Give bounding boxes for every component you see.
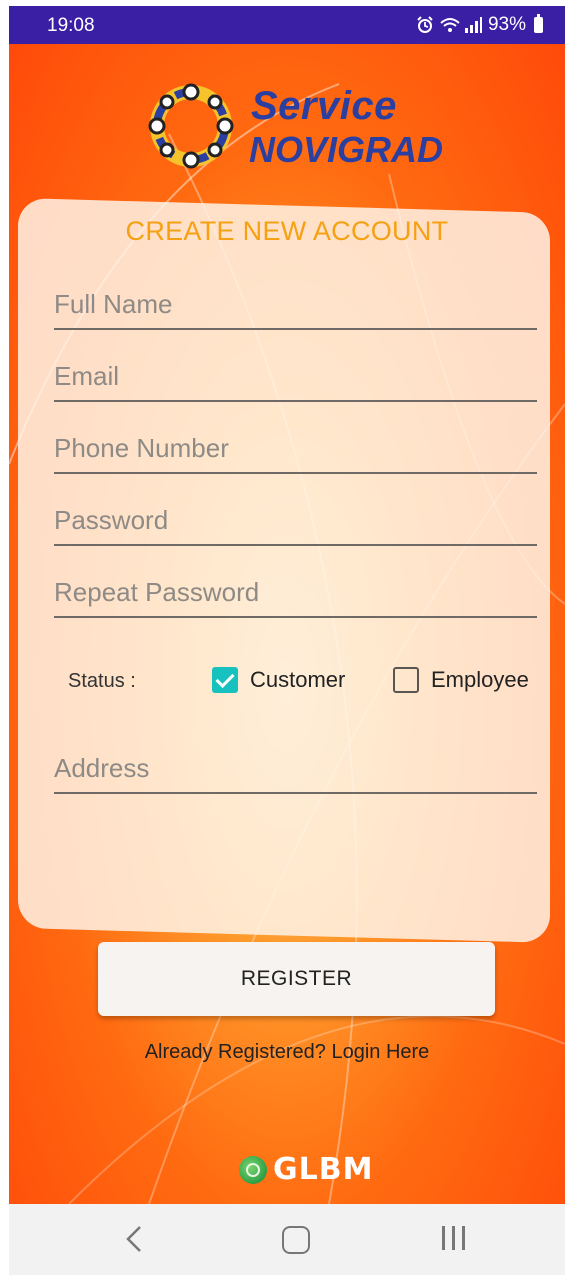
customer-label: Customer — [250, 667, 346, 692]
logo-text-service: Service — [251, 84, 397, 128]
password-input[interactable] — [54, 496, 537, 550]
status-icons: 93% — [416, 14, 543, 36]
battery-percent: 93% — [487, 14, 526, 35]
password-field[interactable] — [54, 496, 537, 550]
email-input[interactable] — [54, 352, 537, 406]
status-bar: 19:08 93% — [9, 6, 565, 44]
wifi-icon — [440, 16, 460, 34]
gears-icon — [148, 83, 234, 169]
checkbox-unchecked-icon[interactable] — [393, 667, 419, 693]
brand-name: GLBM — [273, 1152, 374, 1187]
repeat-password-input[interactable] — [54, 568, 537, 622]
globe-icon — [239, 1155, 267, 1184]
alarm-icon — [416, 16, 434, 34]
register-button[interactable]: REGISTER — [98, 942, 495, 1016]
app-logo: Service NOVIGRAD — [139, 74, 443, 184]
email-field[interactable] — [54, 352, 537, 406]
login-link[interactable]: Already Registered? Login Here — [9, 1041, 565, 1064]
checkbox-checked-icon[interactable] — [212, 667, 238, 693]
app-content: Service NOVIGRAD CREATE NEW ACCOUNT Stat… — [9, 44, 565, 1204]
status-label: Status : — [68, 670, 136, 692]
phone-screen: 19:08 93% Service NOVIGRAD CREATE NEW AC… — [9, 6, 565, 1275]
employee-label: Employee — [431, 667, 529, 692]
full-name-input[interactable] — [54, 280, 537, 334]
logo-text-novigrad: NOVIGRAD — [249, 129, 444, 170]
navigation-bar — [9, 1204, 565, 1275]
phone-field[interactable] — [54, 424, 537, 478]
clock-time: 19:08 — [47, 15, 95, 36]
address-input[interactable] — [54, 744, 537, 798]
home-icon[interactable] — [282, 1226, 310, 1254]
recent-apps-icon[interactable] — [442, 1226, 468, 1252]
phone-input[interactable] — [54, 424, 537, 478]
full-name-field[interactable] — [54, 280, 537, 334]
customer-checkbox[interactable]: Customer — [212, 667, 345, 693]
back-icon[interactable] — [123, 1224, 145, 1254]
footer-brand: GLBM — [239, 1152, 373, 1187]
employee-checkbox[interactable]: Employee — [393, 667, 529, 693]
page-title: CREATE NEW ACCOUNT — [125, 216, 449, 246]
battery-icon — [534, 14, 543, 33]
signal-icon — [464, 16, 482, 34]
repeat-password-field[interactable] — [54, 568, 537, 622]
address-field[interactable] — [54, 744, 537, 798]
